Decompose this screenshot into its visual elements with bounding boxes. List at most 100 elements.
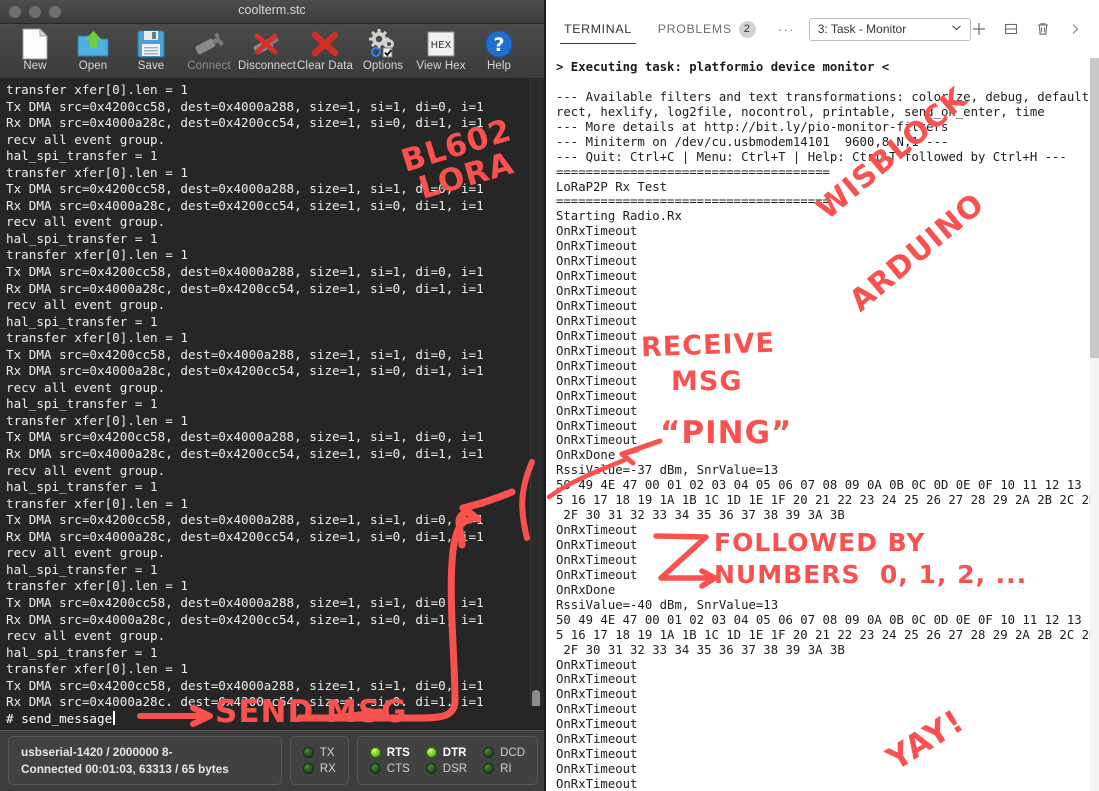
trash-kill-terminal-icon[interactable] bbox=[1035, 21, 1052, 38]
toolbar-open-label: Open bbox=[78, 60, 108, 72]
terminal-line: ===================================== bbox=[556, 164, 830, 179]
modem-signal-led-grid: RTS CTS DTR DSR DCD RI bbox=[369, 746, 525, 775]
toolbar-help-button[interactable]: ? Help bbox=[470, 26, 528, 72]
modem-signal-led-box: RTS CTS DTR DSR DCD RI bbox=[356, 736, 538, 785]
toolbar-disconnect-label: Disconnect bbox=[238, 60, 296, 72]
toolbar-connect-button[interactable]: Connect bbox=[180, 26, 238, 72]
toolbar-disconnect-button[interactable]: Disconnect bbox=[238, 26, 296, 72]
chevron-right-icon[interactable] bbox=[1067, 21, 1084, 38]
vscode-scrollbar-thumb[interactable] bbox=[1090, 58, 1099, 358]
terminal-line: OnRxTimeout bbox=[556, 702, 638, 717]
window-title: coolterm.stc bbox=[238, 3, 306, 17]
terminal-line: hal_spi_transfer = 1 bbox=[6, 561, 158, 577]
terminal-line: transfer xfer[0].len = 1 bbox=[6, 330, 188, 346]
usb-plug-disconnect-icon bbox=[249, 27, 285, 61]
terminal-selector-value: 3: Task - Monitor bbox=[817, 22, 907, 36]
led-rx: RX bbox=[302, 762, 336, 775]
coolterm-toolbar: New Open Save Connect Disconnect Clear D… bbox=[0, 24, 544, 79]
terminal-line: OnRxDone bbox=[556, 448, 616, 463]
terminal-line: hal_spi_transfer = 1 bbox=[6, 644, 158, 660]
dtr-label: DTR bbox=[442, 746, 467, 759]
terminal-line: OnRxTimeout bbox=[556, 388, 638, 403]
terminal-line: RssiValue=-37 dBm, SnrValue=13 bbox=[556, 463, 779, 478]
toolbar-clear-data-button[interactable]: Clear Data bbox=[296, 26, 354, 72]
rts-led-icon bbox=[369, 747, 381, 758]
new-terminal-icon[interactable] bbox=[971, 21, 988, 38]
terminal-selector-dropdown[interactable]: 3: Task - Monitor bbox=[808, 17, 971, 41]
dsr-led-icon bbox=[425, 763, 437, 774]
terminal-line: Rx DMA src=0x4000a28c, dest=0x4200cc54, … bbox=[6, 611, 484, 627]
terminal-line: OnRxTimeout bbox=[556, 239, 638, 254]
terminal-line: OnRxTimeout bbox=[556, 762, 638, 777]
terminal-line: 5 16 17 18 19 1A 1B 1C 1D 1E 1F 20 21 22… bbox=[556, 627, 1099, 642]
coolterm-scrollbar[interactable] bbox=[530, 79, 543, 730]
terminal-line: Rx DMA src=0x4000a28c, dest=0x4200cc54, … bbox=[6, 446, 484, 462]
terminal-line: hal_spi_transfer = 1 bbox=[6, 479, 158, 495]
terminal-line: OnRxTimeout bbox=[556, 299, 638, 313]
open-folder-icon bbox=[77, 27, 109, 61]
terminal-line: > Executing task: platformio device moni… bbox=[556, 60, 890, 74]
svg-text:?: ? bbox=[493, 34, 504, 56]
port-settings-text: usbserial-1420 / 2000000 8- bbox=[21, 745, 173, 759]
terminal-line: recv all event group. bbox=[6, 214, 166, 230]
terminal-line: 5 16 17 18 19 1A 1B 1C 1D 1E 1F 20 21 22… bbox=[556, 493, 1099, 508]
terminal-line: hal_spi_transfer = 1 bbox=[6, 396, 158, 412]
terminal-line: OnRxTimeout bbox=[556, 313, 638, 328]
toolbar-new-button[interactable]: New bbox=[6, 26, 64, 72]
toolbar-options-label: Options bbox=[362, 60, 404, 72]
led-cts: CTS bbox=[369, 763, 410, 775]
tab-terminal-label: TERMINAL bbox=[564, 22, 632, 36]
terminal-line: Rx DMA src=0x4000a28c, dest=0x4200cc54, … bbox=[6, 528, 484, 544]
terminal-line: transfer xfer[0].len = 1 bbox=[6, 82, 188, 97]
led-dsr: DSR bbox=[425, 762, 468, 775]
coolterm-window: coolterm.stc New Open Save Connect Disco… bbox=[0, 0, 546, 791]
tx-label: TX bbox=[319, 746, 335, 759]
split-terminal-icon[interactable] bbox=[1003, 21, 1020, 38]
toolbar-view-hex-button[interactable]: HEX View Hex bbox=[412, 26, 470, 72]
connection-info-box: usbserial-1420 / 2000000 8- Connected 00… bbox=[8, 736, 282, 785]
terminal-line: OnRxTimeout bbox=[556, 224, 638, 239]
terminal-line: --- Quit: Ctrl+C | Menu: Ctrl+T | Help: … bbox=[556, 149, 1067, 164]
red-x-clear-icon bbox=[310, 27, 340, 61]
dtr-led-icon bbox=[425, 747, 437, 758]
tab-terminal[interactable]: TERMINAL bbox=[560, 10, 636, 48]
terminal-line: OnRxTimeout bbox=[556, 433, 638, 448]
terminal-line: Rx DMA src=0x4000a28c, dest=0x4200cc54, … bbox=[6, 280, 484, 296]
terminal-line: transfer xfer[0].len = 1 bbox=[6, 578, 188, 594]
led-rts: RTS bbox=[369, 747, 410, 759]
rx-led-icon bbox=[302, 763, 314, 774]
terminal-line: RssiValue=-40 dBm, SnrValue=13 bbox=[556, 597, 779, 612]
dsr-label: DSR bbox=[442, 762, 468, 775]
toolbar-save-label: Save bbox=[137, 60, 165, 72]
terminal-line: recv all event group. bbox=[6, 297, 166, 313]
terminal-line: OnRxTimeout bbox=[556, 358, 638, 373]
terminal-line: transfer xfer[0].len = 1 bbox=[6, 495, 188, 511]
terminal-line: 50 49 4E 47 00 01 02 03 04 05 06 07 08 0… bbox=[556, 612, 1099, 627]
terminal-line: OnRxTimeout bbox=[556, 328, 638, 343]
terminal-line: OnRxTimeout bbox=[556, 657, 638, 672]
terminal-line: 2F 30 31 32 33 34 35 36 37 38 39 3A 3B bbox=[556, 508, 845, 523]
vscode-terminal-scrollbar[interactable] bbox=[1090, 58, 1099, 791]
toolbar-view-hex-label: View Hex bbox=[416, 60, 466, 72]
panel-tab-bar: TERMINAL PROBLEMS 2 ··· 3: Task - Monito… bbox=[548, 0, 1099, 58]
terminal-line: Rx DMA src=0x4000a28c, dest=0x4200cc54, … bbox=[6, 363, 484, 379]
toolbar-open-button[interactable]: Open bbox=[64, 26, 122, 72]
terminal-line: OnRxTimeout bbox=[556, 418, 638, 433]
rx-label: RX bbox=[319, 762, 336, 775]
gears-options-icon bbox=[367, 27, 399, 61]
terminal-line: OnRxTimeout bbox=[556, 717, 638, 732]
more-tabs-overflow-icon[interactable]: ··· bbox=[778, 21, 795, 37]
terminal-line: --- More details at http://bit.ly/pio-mo… bbox=[556, 119, 949, 134]
terminal-line: 2F 30 31 32 33 34 35 36 37 38 39 3A 3B bbox=[556, 642, 845, 657]
tab-problems[interactable]: PROBLEMS 2 bbox=[654, 10, 760, 48]
toolbar-save-button[interactable]: Save bbox=[122, 26, 180, 72]
tx-led-icon bbox=[302, 747, 314, 758]
terminal-line: rect, hexlify, log2file, nocontrol, prin… bbox=[556, 104, 1045, 119]
toolbar-options-button[interactable]: Options bbox=[354, 26, 412, 72]
problems-count-badge: 2 bbox=[738, 20, 756, 38]
terminal-line: OnRxTimeout bbox=[556, 403, 638, 418]
toolbar-connect-label: Connect bbox=[187, 60, 231, 72]
usb-plug-connect-icon bbox=[192, 27, 226, 61]
terminal-line: recv all event group. bbox=[6, 545, 166, 561]
terminal-line: OnRxTimeout bbox=[556, 284, 638, 299]
